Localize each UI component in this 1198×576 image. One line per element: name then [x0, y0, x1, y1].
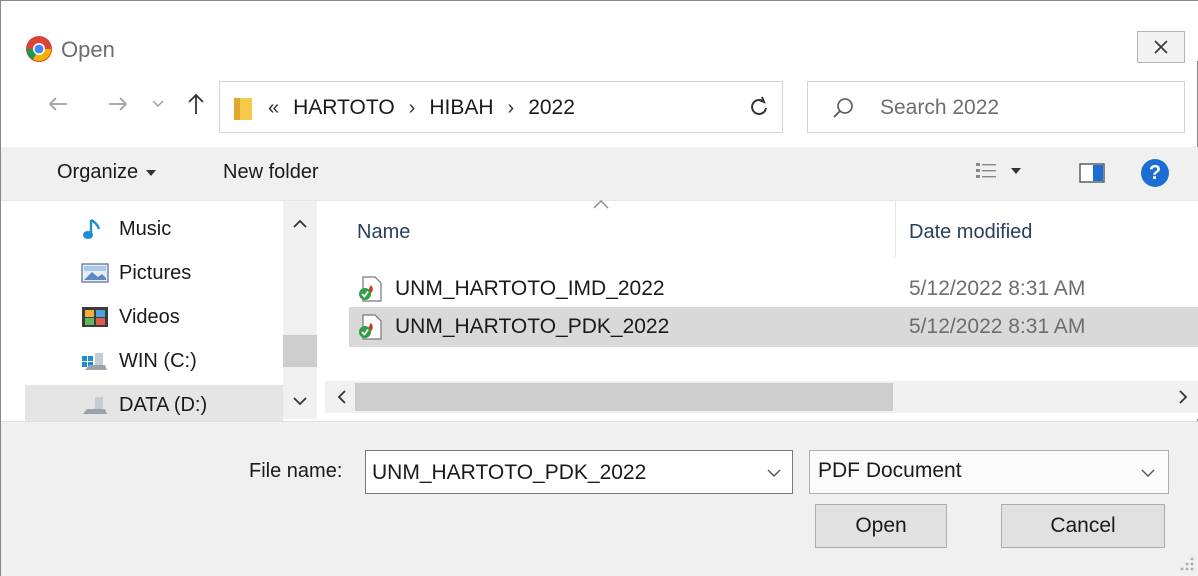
command-toolbar: Organize New folder ?	[1, 147, 1198, 201]
refresh-button[interactable]	[735, 81, 783, 133]
cancel-button[interactable]: Cancel	[1001, 504, 1165, 548]
view-list-icon	[976, 163, 996, 178]
nav-item-label: Pictures	[119, 261, 192, 284]
preview-pane-icon	[1079, 163, 1105, 183]
nav-item-win-c[interactable]: WIN (C:)	[25, 341, 283, 381]
search-icon	[833, 98, 853, 118]
nav-item-videos[interactable]: Videos	[25, 297, 283, 337]
sort-ascending-icon	[593, 200, 609, 209]
file-date: 5/12/2022 8:31 AM	[909, 277, 1086, 300]
recent-locations-button[interactable]	[147, 89, 169, 119]
column-date-modified[interactable]: Date modified	[909, 221, 1032, 244]
chevron-down-icon	[1141, 469, 1155, 477]
breadcrumb-item-2022[interactable]: 2022	[528, 96, 575, 120]
forward-button[interactable]	[103, 89, 133, 119]
file-name-label: File name:	[249, 460, 343, 482]
file-list: Name Date modified UNM_HARTOTO_IMD_2022 …	[325, 200, 1198, 419]
organize-button[interactable]: Organize	[57, 161, 157, 184]
nav-item-label: WIN (C:)	[119, 349, 197, 372]
search-box[interactable]	[807, 81, 1185, 133]
file-name-dropdown-button[interactable]	[762, 463, 786, 483]
caret-down-icon	[146, 169, 157, 176]
up-button[interactable]	[183, 89, 209, 119]
scrollbar-thumb[interactable]	[355, 383, 893, 411]
chevron-up-icon	[293, 219, 307, 228]
navigation-bar: « HARTOTO › HIBAH › 2022	[1, 67, 1198, 143]
file-type-value: PDF Document	[818, 459, 962, 482]
breadcrumb-item-hartoto[interactable]: HARTOTO	[293, 96, 395, 120]
nav-item-pictures[interactable]: Pictures	[25, 253, 283, 293]
breadcrumb-separator-icon: ›	[408, 96, 416, 119]
file-list-horizontal-scrollbar[interactable]	[325, 381, 1198, 413]
scroll-right-button[interactable]	[1171, 385, 1195, 409]
scroll-up-button[interactable]	[283, 211, 317, 235]
breadcrumb-overflow[interactable]: «	[268, 97, 279, 120]
caret-down-icon	[1011, 168, 1021, 174]
breadcrumb-item-hibah[interactable]: HIBAH	[429, 96, 493, 120]
file-name: UNM_HARTOTO_IMD_2022	[395, 277, 665, 300]
pdf-file-icon	[359, 314, 382, 340]
breadcrumb-separator-icon: ›	[507, 96, 515, 119]
pdf-file-icon	[359, 276, 382, 302]
chrome-app-icon	[26, 36, 52, 62]
arrow-right-icon	[109, 97, 128, 111]
file-name-input[interactable]	[372, 459, 752, 487]
dialog-footer: File name: PDF Document Open Cancel	[1, 421, 1198, 576]
pictures-icon	[81, 263, 109, 283]
folder-icon	[234, 98, 252, 120]
music-icon	[83, 218, 101, 239]
file-date: 5/12/2022 8:31 AM	[909, 315, 1086, 338]
breadcrumb: « HARTOTO › HIBAH › 2022	[268, 96, 575, 120]
resize-grip-icon[interactable]	[1177, 554, 1195, 572]
nav-pane-scrollbar[interactable]	[283, 201, 317, 419]
navigation-pane: Music Pictures Videos WIN (C:) DATA (D:)	[1, 201, 321, 425]
drive-icon	[82, 353, 107, 370]
search-input[interactable]	[880, 94, 1170, 122]
organize-label: Organize	[57, 161, 139, 183]
chevron-down-icon	[152, 100, 164, 108]
title-bar: Open	[1, 1, 1198, 63]
window-title: Open	[61, 37, 115, 62]
open-button[interactable]: Open	[815, 504, 947, 548]
column-name[interactable]: Name	[357, 221, 410, 244]
chevron-down-icon	[767, 469, 781, 477]
refresh-icon	[750, 96, 767, 115]
help-button[interactable]: ?	[1141, 159, 1169, 187]
nav-item-label: Music	[119, 217, 172, 240]
close-button[interactable]	[1137, 31, 1185, 63]
nav-item-label: DATA (D:)	[119, 393, 208, 416]
nav-item-label: Videos	[119, 305, 180, 328]
file-type-dropdown-button[interactable]	[1136, 463, 1160, 483]
open-dialog: Open « HARTOTO › HIBAH › 2022 Search 202…	[0, 0, 1198, 576]
back-button[interactable]	[43, 89, 73, 119]
scrollbar-thumb[interactable]	[283, 335, 317, 367]
chevron-down-icon	[293, 396, 307, 405]
file-row-selected[interactable]: UNM_HARTOTO_PDK_2022 5/12/2022 8:31 AM	[349, 307, 1198, 347]
address-bar[interactable]: « HARTOTO › HIBAH › 2022	[219, 81, 924, 133]
column-divider[interactable]	[895, 201, 896, 257]
arrow-up-icon	[188, 93, 204, 114]
preview-pane-button[interactable]	[1079, 163, 1105, 188]
chevron-right-icon	[1178, 390, 1187, 404]
drive-icon	[83, 397, 107, 414]
file-type-select[interactable]: PDF Document	[809, 450, 1169, 494]
scroll-left-button[interactable]	[329, 385, 353, 409]
file-row[interactable]: UNM_HARTOTO_IMD_2022 5/12/2022 8:31 AM	[349, 269, 1198, 309]
file-name-combobox[interactable]	[365, 450, 793, 494]
new-folder-button[interactable]: New folder	[223, 161, 319, 184]
nav-item-data-d[interactable]: DATA (D:)	[25, 385, 283, 425]
close-icon	[1154, 40, 1168, 54]
change-view-button[interactable]	[975, 161, 1021, 181]
file-name: UNM_HARTOTO_PDK_2022	[395, 315, 670, 338]
nav-item-music[interactable]: Music	[25, 209, 283, 249]
chevron-left-icon	[337, 390, 346, 404]
column-header: Name Date modified	[325, 200, 1198, 261]
videos-icon	[82, 307, 108, 327]
arrow-left-icon	[48, 97, 67, 111]
scroll-down-button[interactable]	[283, 389, 317, 413]
